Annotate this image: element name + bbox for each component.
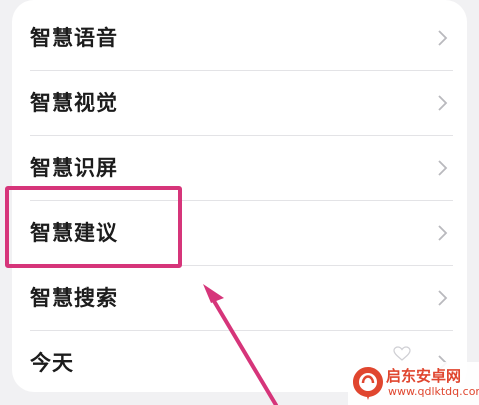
brand-logo-icon — [353, 367, 383, 400]
watermark: 启东安卓网 www.qdlktdq.com — [348, 362, 479, 405]
watermark-url: www.qdlktdq.com — [388, 385, 479, 398]
pointer-arrow — [203, 284, 278, 405]
watermark-title: 启东安卓网 — [386, 367, 462, 385]
